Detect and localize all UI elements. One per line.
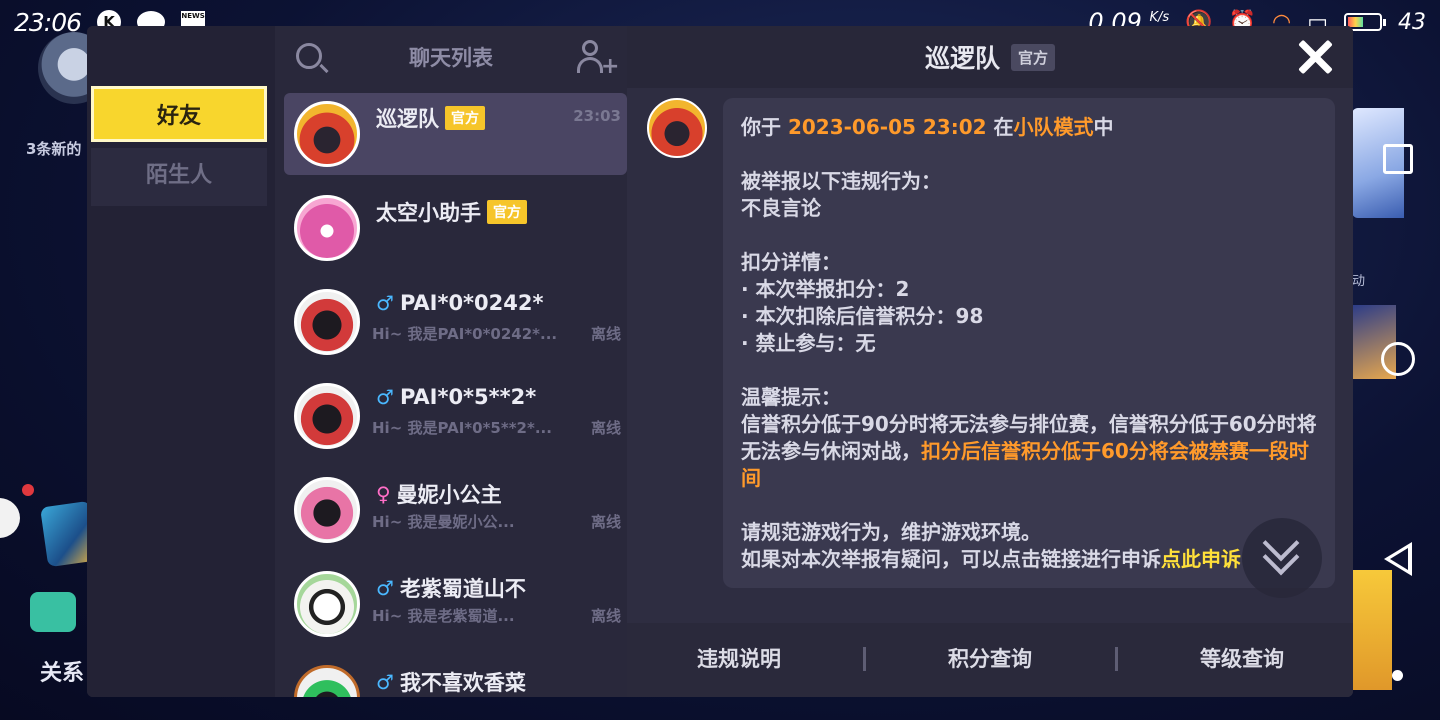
astronaut-green-avatar (294, 665, 360, 697)
message-line: 被举报以下违规行为： (741, 169, 941, 193)
message-line: 温馨提示： (741, 385, 841, 409)
deduction-item: · 禁止参与：无 (741, 331, 876, 355)
message-line: 信誉积分低于90分时将无法参与排位赛，信誉积分低于60分时将无法参与休闲对战，扣… (741, 412, 1317, 490)
chat-header: 巡逻队 官方 (627, 26, 1353, 88)
credit-query-button[interactable]: 积分查询 (890, 643, 1090, 673)
chat-item-name: 太空小助手 (376, 201, 481, 225)
chat-item-friend[interactable]: ♂ 老紫蜀道山不 Hi~ 我是老紫蜀道... 离线 (284, 563, 627, 645)
chat-list-title: 聊天列表 (409, 46, 493, 70)
relation-label: 关系 (40, 661, 85, 686)
official-badge: 官方 (1011, 43, 1056, 71)
chat-item-patrol[interactable]: 巡逻队 官方 23:03 (284, 93, 627, 175)
helper-avatar (294, 195, 360, 261)
background-card-image-3 (1352, 570, 1392, 690)
chat-title: 巡逻队 (924, 44, 1000, 73)
tab-friends[interactable]: 好友 (91, 86, 267, 142)
chat-item-friend[interactable]: ♀ 曼妮小公主 Hi~ 我是曼妮小公... 离线 (284, 469, 627, 551)
official-badge: 官方 (487, 200, 527, 224)
close-icon[interactable] (1297, 38, 1333, 74)
sender-avatar[interactable] (647, 98, 707, 158)
male-icon: ♂ (376, 291, 394, 315)
back-icon[interactable] (1384, 542, 1412, 576)
message-line: 如果对本次举报有疑问，可以点击链接进行申诉点此申诉 (741, 547, 1241, 571)
background-notice: 3条新的 (26, 140, 82, 158)
chat-item-preview: Hi~ 我是PAI*0*0242*... (372, 325, 558, 343)
patrol-avatar (294, 101, 360, 167)
chat-window: 好友 陌生人 聊天列表 + 巡逻队 官方 23:03 太空小助手 官方 ♂ PA… (87, 26, 1353, 697)
chat-item-name: 曼妮小公主 (396, 483, 502, 507)
message-bubble: 你于 2023-06-05 23:02 在小队模式中 被举报以下违规行为： 不良… (723, 98, 1335, 588)
divider (863, 647, 866, 671)
chat-panel: 巡逻队 官方 你于 2023-06-05 23:02 在小队模式中 被举报以下违… (627, 26, 1353, 697)
chat-item-preview: Hi~ 我是曼妮小公... (372, 513, 515, 531)
add-friend-icon[interactable]: + (577, 40, 619, 78)
chat-item-friend[interactable]: ♂ PAI*0*0242* Hi~ 我是PAI*0*0242*... 离线 (284, 281, 627, 363)
offline-status: 离线 (590, 325, 621, 343)
floating-ball[interactable] (0, 498, 20, 538)
chat-list: 聊天列表 + 巡逻队 官方 23:03 太空小助手 官方 ♂ PAI*0*024… (275, 26, 627, 697)
offline-status: 离线 (590, 513, 621, 531)
divider (1115, 647, 1118, 671)
violation-type: 不良言论 (741, 196, 821, 220)
chat-item-friend[interactable]: ♂ 我不喜欢香菜 (284, 657, 627, 697)
home-icon[interactable] (1381, 342, 1415, 376)
male-icon: ♂ (376, 670, 394, 694)
chat-item-preview: Hi~ 我是PAI*0*5**2*... (372, 419, 552, 437)
chat-item-preview: Hi~ 我是老紫蜀道... (372, 607, 515, 625)
chat-item-name: PAI*0*0242* (399, 291, 544, 315)
chat-list-header: 聊天列表 + (275, 26, 627, 88)
tab-strangers[interactable]: 陌生人 (91, 148, 267, 206)
background-activity-label: 动 (1352, 274, 1366, 289)
astronaut-red-avatar (294, 289, 360, 355)
message-line: 扣分详情： (741, 250, 841, 274)
chat-item-helper[interactable]: 太空小助手 官方 (284, 187, 627, 269)
official-badge: 官方 (445, 106, 485, 130)
battery-level: 43 (1398, 9, 1426, 35)
cartoon-avatar (294, 571, 360, 637)
friend-tabs: 好友 陌生人 (87, 26, 275, 697)
nav-dot-icon (1392, 670, 1403, 681)
astronaut-pink-avatar (294, 477, 360, 543)
astronaut-red-avatar (294, 383, 360, 449)
message-line: 请规范游戏行为，维护游戏环境。 (741, 520, 1041, 544)
recent-apps-icon[interactable] (1383, 144, 1413, 174)
relation-icon (30, 592, 76, 632)
deduction-item: · 本次扣除后信誉积分：98 (741, 304, 984, 328)
violation-info-button[interactable]: 违规说明 (639, 643, 839, 673)
chat-item-name: PAI*0*5**2* (399, 385, 537, 409)
offline-status: 离线 (590, 607, 621, 625)
male-icon: ♂ (376, 385, 394, 409)
appeal-link[interactable]: 点此申诉 (1161, 547, 1241, 571)
status-time: 23:06 (14, 7, 82, 37)
chat-item-name: 老紫蜀道山不 (399, 577, 526, 601)
offline-status: 离线 (590, 419, 621, 437)
chat-item-name: 巡逻队 (376, 107, 439, 131)
message-line: 你于 2023-06-05 23:02 在小队模式中 (741, 115, 1114, 139)
male-icon: ♂ (376, 576, 394, 600)
deduction-item: · 本次举报扣分：2 (741, 277, 910, 301)
level-query-button[interactable]: 等级查询 (1142, 643, 1342, 673)
notification-dot (22, 484, 34, 496)
chat-item-time: 23:03 (573, 107, 621, 125)
chat-item-friend[interactable]: ♂ PAI*0*5**2* Hi~ 我是PAI*0*5**2*... 离线 (284, 375, 627, 457)
chat-item-name: 我不喜欢香菜 (399, 671, 526, 695)
bottom-action-bar: 违规说明 积分查询 等级查询 (627, 623, 1353, 697)
female-icon: ♀ (376, 482, 391, 506)
scroll-down-icon[interactable] (1242, 518, 1322, 598)
